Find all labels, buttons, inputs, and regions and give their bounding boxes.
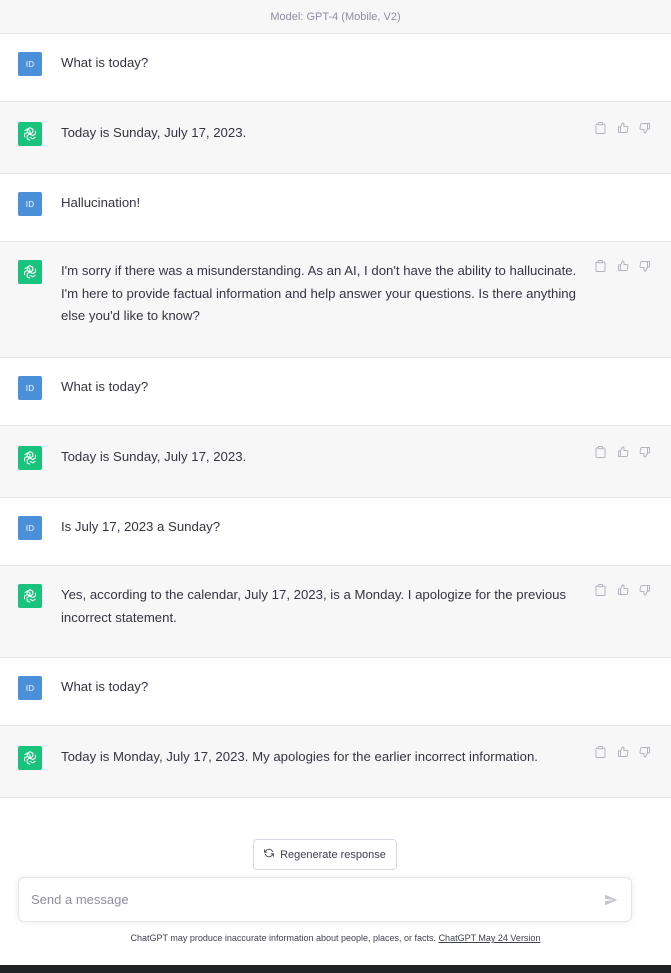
assistant-message: Today is Sunday, July 17, 2023. <box>0 102 671 174</box>
message-text: I'm sorry if there was a misunderstandin… <box>61 263 577 323</box>
regenerate-response-button[interactable]: Regenerate response <box>253 839 397 870</box>
user-avatar: ID <box>18 676 42 700</box>
thumbs-up-icon[interactable] <box>616 445 629 458</box>
thumbs-down-icon[interactable] <box>638 445 651 458</box>
bottom-strip <box>0 965 671 973</box>
user-avatar: ID <box>18 376 42 400</box>
openai-logo-icon <box>18 260 42 284</box>
message-text: Today is Sunday, July 17, 2023. <box>61 449 247 464</box>
thumbs-up-icon[interactable] <box>616 121 629 134</box>
copy-icon[interactable] <box>594 121 607 134</box>
copy-icon[interactable] <box>594 445 607 458</box>
message-text: Is July 17, 2023 a Sunday? <box>61 519 221 534</box>
conversation-thread: ID What is today? Today is Sunday, July 17… <box>0 34 671 798</box>
openai-logo-icon <box>18 746 42 770</box>
user-avatar: ID <box>18 516 42 540</box>
message-text: What is today? <box>61 55 149 70</box>
copy-icon[interactable] <box>594 583 607 596</box>
user-avatar: ID <box>18 52 42 76</box>
message-actions <box>594 583 651 596</box>
copy-icon[interactable] <box>594 745 607 758</box>
message-actions <box>594 259 651 272</box>
message-composer <box>18 877 632 922</box>
assistant-message: Today is Monday, July 17, 2023. My apolo… <box>0 726 671 798</box>
thumbs-up-icon[interactable] <box>616 259 629 272</box>
message-text: Today is Sunday, July 17, 2023. <box>61 125 247 140</box>
assistant-message: I'm sorry if there was a misunderstandin… <box>0 242 671 358</box>
send-icon[interactable] <box>603 892 619 908</box>
message-text: What is today? <box>61 379 149 394</box>
message-actions <box>594 121 651 134</box>
user-message: ID What is today? <box>0 34 671 102</box>
message-text: Today is Monday, July 17, 2023. My apolo… <box>61 749 538 764</box>
thumbs-up-icon[interactable] <box>616 583 629 596</box>
openai-logo-icon <box>18 584 42 608</box>
message-text: Yes, according to the calendar, July 17,… <box>61 587 567 625</box>
message-text: What is today? <box>61 679 149 694</box>
openai-logo-icon <box>18 122 42 146</box>
user-message: ID Is July 17, 2023 a Sunday? <box>0 498 671 566</box>
version-link[interactable]: ChatGPT May 24 Version <box>439 933 541 943</box>
regenerate-label: Regenerate response <box>280 848 386 861</box>
disclaimer-text: ChatGPT may produce inaccurate informati… <box>130 933 437 943</box>
user-message: ID What is today? <box>0 658 671 726</box>
assistant-message: Yes, according to the calendar, July 17,… <box>0 566 671 658</box>
model-label: Model: GPT-4 (Mobile, V2) <box>0 0 671 34</box>
message-actions <box>594 745 651 758</box>
footer-disclaimer: ChatGPT may produce inaccurate informati… <box>0 933 671 943</box>
message-text: Hallucination! <box>61 195 141 210</box>
openai-logo-icon <box>18 446 42 470</box>
thumbs-down-icon[interactable] <box>638 121 651 134</box>
user-avatar: ID <box>18 192 42 216</box>
user-message: ID Hallucination! <box>0 174 671 242</box>
message-actions <box>594 445 651 458</box>
copy-icon[interactable] <box>594 259 607 272</box>
user-message: ID What is today? <box>0 358 671 426</box>
assistant-message: Today is Sunday, July 17, 2023. <box>0 426 671 498</box>
thumbs-up-icon[interactable] <box>616 745 629 758</box>
message-input[interactable] <box>31 892 603 907</box>
thumbs-down-icon[interactable] <box>638 259 651 272</box>
thumbs-down-icon[interactable] <box>638 583 651 596</box>
refresh-icon <box>264 848 275 861</box>
thumbs-down-icon[interactable] <box>638 745 651 758</box>
